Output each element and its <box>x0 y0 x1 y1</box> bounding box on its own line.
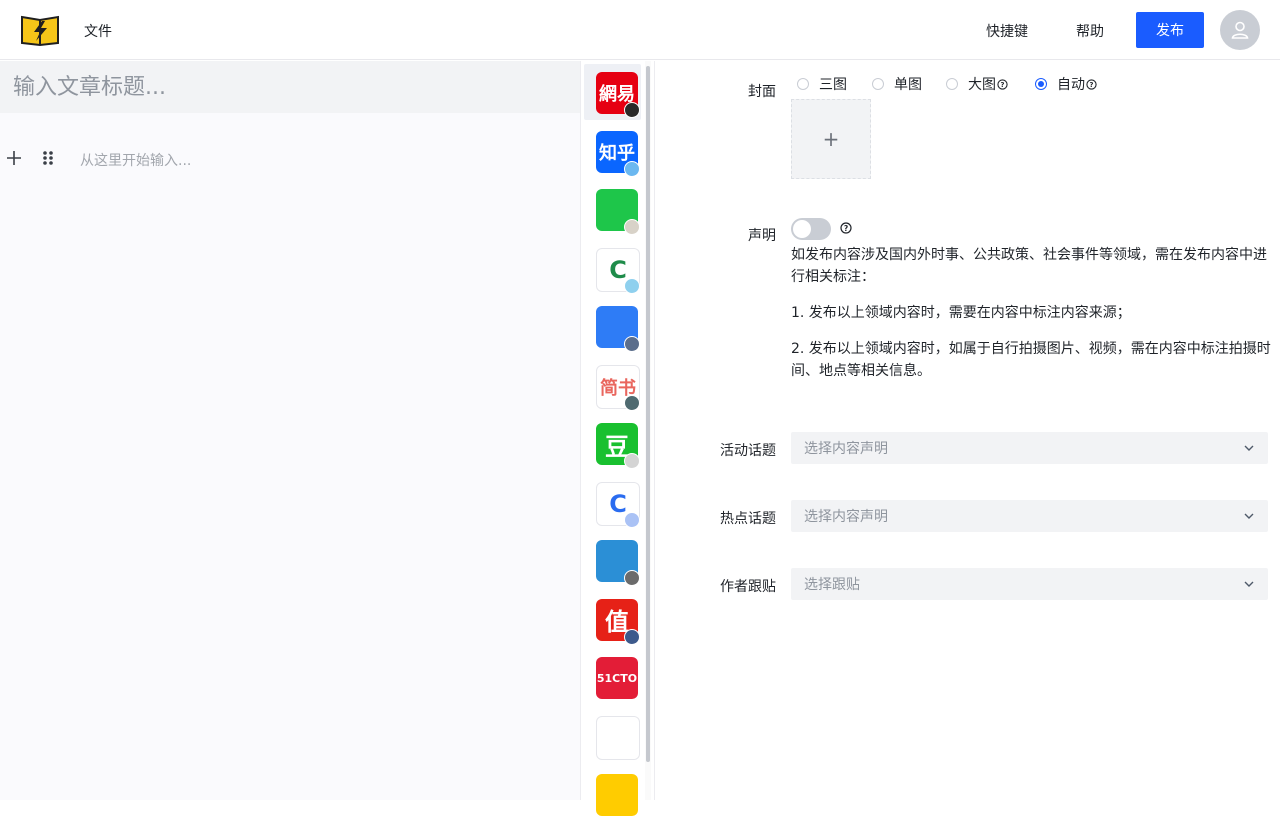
platform-item[interactable]: 值 <box>584 591 641 647</box>
cover-option-label: 自动 <box>1057 77 1085 93</box>
platform-list: 網易 知乎 C 简书豆 C 值 51CTO <box>580 61 655 816</box>
user-avatar[interactable] <box>1220 10 1260 50</box>
author-follow-select[interactable]: 选择跟贴 <box>791 568 1268 600</box>
hot-topic-label: 热点话题 <box>720 511 776 527</box>
account-avatar-badge <box>624 336 640 352</box>
app-logo-icon[interactable] <box>20 13 60 47</box>
declaration-rule-2: 2. 发布以上领域内容时，如属于自行拍摄图片、视频，需在内容中标注拍摄时间、地点… <box>791 341 1271 379</box>
platform-logo-text: C <box>609 255 627 284</box>
cover-label: 封面 <box>748 84 776 100</box>
radio-checked-icon <box>1035 78 1047 90</box>
account-avatar-badge <box>624 511 640 528</box>
chevron-down-icon <box>1244 581 1254 587</box>
platform-item[interactable]: 網易 <box>584 64 641 120</box>
cover-option-label: 三图 <box>819 77 847 93</box>
platform-item[interactable]: 51CTO <box>584 649 641 705</box>
platform-item[interactable]: C <box>584 474 641 530</box>
radio-unchecked-icon <box>946 78 958 90</box>
platform-item[interactable] <box>584 708 641 764</box>
svg-text:?: ? <box>844 224 848 233</box>
platform-item[interactable]: C <box>584 240 641 296</box>
platform-logo-icon <box>596 715 640 760</box>
account-avatar-badge <box>624 628 640 645</box>
help-circle-icon[interactable]: ? <box>840 222 852 234</box>
select-placeholder: 选择内容声明 <box>804 509 888 525</box>
author-follow-label: 作者跟贴 <box>720 579 776 595</box>
platform-item[interactable]: 豆 <box>584 415 641 471</box>
platform-item[interactable] <box>584 181 641 237</box>
declaration-toggle[interactable] <box>791 218 831 240</box>
cover-option-three[interactable]: 三图 <box>797 74 847 94</box>
toggle-knob <box>793 220 811 238</box>
svg-text:?: ? <box>1001 81 1005 89</box>
platform-scrollbar[interactable] <box>646 66 650 762</box>
platform-logo-text: C <box>609 489 627 518</box>
cover-option-auto[interactable]: 自动 ? <box>1035 74 1097 94</box>
shortcuts-button[interactable]: 快捷键 <box>986 21 1028 41</box>
drag-handle-icon[interactable] <box>42 150 54 166</box>
publish-button[interactable]: 发布 <box>1136 12 1204 48</box>
top-header: 文件 快捷键 帮助 发布 <box>0 0 1280 60</box>
platform-item[interactable] <box>584 766 641 822</box>
declaration-rule-1: 1. 发布以上领域内容时，需要在内容中标注内容来源； <box>791 305 1131 321</box>
cover-option-large[interactable]: 大图 ? <box>946 74 1008 94</box>
editor-area: 从这里开始输入... <box>0 61 580 800</box>
menu-file[interactable]: 文件 <box>84 21 112 41</box>
platform-item[interactable]: 简书 <box>584 357 641 413</box>
account-avatar-badge <box>624 394 640 411</box>
cover-option-label: 单图 <box>894 77 922 93</box>
radio-unchecked-icon <box>872 78 884 90</box>
declaration-label: 声明 <box>748 228 776 244</box>
user-icon <box>1231 21 1249 39</box>
cover-option-label: 大图 <box>968 77 996 93</box>
platform-item[interactable] <box>584 532 641 588</box>
plus-icon: + <box>822 127 840 151</box>
platform-logo-icon <box>596 774 638 816</box>
platform-item[interactable]: 知乎 <box>584 123 641 179</box>
chevron-down-icon <box>1244 445 1254 451</box>
cover-option-single[interactable]: 单图 <box>872 74 922 94</box>
select-placeholder: 选择跟贴 <box>804 577 860 593</box>
article-title-input[interactable] <box>0 61 580 113</box>
account-avatar-badge <box>624 160 640 177</box>
platform-logo-text: 51CTO <box>596 671 638 685</box>
hot-topic-select[interactable]: 选择内容声明 <box>791 500 1268 532</box>
activity-topic-label: 活动话题 <box>720 443 776 459</box>
radio-unchecked-icon <box>797 78 809 90</box>
help-circle-icon[interactable]: ? <box>1086 78 1097 90</box>
select-placeholder: 选择内容声明 <box>804 441 888 457</box>
account-avatar-badge <box>624 102 640 118</box>
account-avatar-badge <box>624 219 640 235</box>
help-button[interactable]: 帮助 <box>1076 21 1104 41</box>
account-avatar-badge <box>624 570 640 586</box>
svg-text:?: ? <box>1090 81 1094 89</box>
account-avatar-badge <box>624 277 640 294</box>
account-avatar-badge <box>624 453 640 469</box>
add-block-icon[interactable] <box>6 150 22 166</box>
chevron-down-icon <box>1244 513 1254 519</box>
platform-item[interactable] <box>584 298 641 354</box>
platform-logo-icon: 51CTO <box>596 657 638 699</box>
help-circle-icon[interactable]: ? <box>997 78 1008 90</box>
publish-settings-form: 封面 三图 单图 大图 ? 自动 ? + 声明 ? 如发布内容涉及国内外时事、公… <box>656 61 1280 800</box>
declaration-notice: 如发布内容涉及国内外时事、公共政策、社会事件等领域，需在发布内容中进行相关标注： <box>791 247 1267 285</box>
activity-topic-select[interactable]: 选择内容声明 <box>791 432 1268 464</box>
cover-upload-button[interactable]: + <box>791 99 871 179</box>
article-body-input[interactable]: 从这里开始输入... <box>80 150 191 170</box>
